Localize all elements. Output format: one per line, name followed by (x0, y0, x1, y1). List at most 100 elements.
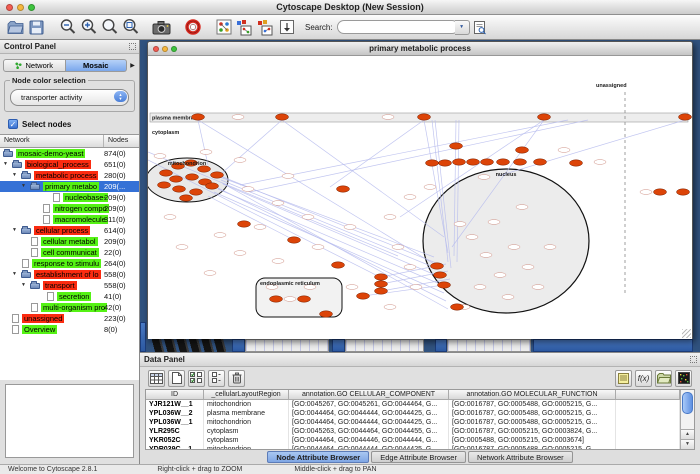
window-titlebar[interactable]: Cytoscape Desktop (New Session) (0, 0, 700, 15)
table-cell[interactable]: cytoplasm (204, 436, 289, 445)
tab-mosaic[interactable]: Mosaic (66, 59, 128, 72)
close-view-icon[interactable] (153, 46, 159, 52)
resize-grip[interactable] (682, 329, 691, 338)
network-view-window[interactable]: primary metabolic process plasma membran… (147, 41, 693, 339)
tree-row[interactable]: ▼primary metabo209(... (0, 181, 139, 192)
tab-network-attribute-browser[interactable]: Network Attribute Browser (468, 451, 573, 463)
network-window-titlebar[interactable]: primary metabolic process (148, 42, 692, 56)
table-cell[interactable]: [GO:0016787, GO:0005488, GO:0005215, G..… (449, 445, 616, 449)
annotation-b-button[interactable] (255, 17, 276, 38)
table-cell[interactable]: [GO:0016787, GO:0005488, GO:0005215, G..… (449, 409, 616, 418)
table-row[interactable]: YPL036W__2plasma membrane[GO:0044464, GO… (146, 409, 680, 418)
new-attribute-button[interactable] (168, 370, 185, 387)
select-nodes-checkbox[interactable]: ✓ (8, 119, 18, 129)
annotation-a-button[interactable] (234, 17, 255, 38)
open-file-button[interactable] (5, 17, 26, 38)
table-cell[interactable]: [GO:0016787, GO:0005215, GO:0003824, G..… (449, 427, 616, 436)
disclosure-arrow-icon[interactable]: ▼ (12, 227, 17, 233)
disclosure-arrow-icon[interactable]: ▼ (21, 282, 26, 288)
background-window-fragment[interactable] (245, 339, 329, 352)
select-attributes-button[interactable] (188, 370, 205, 387)
table-cell[interactable]: mitochondrion (204, 445, 289, 449)
column-header[interactable]: annotation.GO CELLULAR_COMPONENT (289, 390, 449, 400)
table-cell[interactable]: [GO:0016787, GO:0005488, GO:0005215, G..… (449, 418, 616, 427)
background-window-fragment[interactable] (345, 339, 424, 352)
table-cell[interactable]: [GO:0044464, GO:0044446, GO:0044444, G..… (289, 436, 449, 445)
table-cell[interactable]: plasma membrane (204, 409, 289, 418)
disclosure-arrow-icon[interactable]: ▼ (3, 161, 8, 167)
table-cell[interactable]: [GO:0016787, GO:0005488, GO:0005215, G..… (449, 400, 616, 409)
tree-row[interactable]: unassigned223(0) (0, 313, 139, 324)
scrollbar-thumb[interactable] (682, 392, 693, 414)
table-cell[interactable]: YLR295C (146, 427, 204, 436)
help-button[interactable] (182, 17, 203, 38)
birds-eye-view[interactable] (5, 384, 134, 458)
notepad-button[interactable] (615, 370, 632, 387)
network-graph[interactable]: plasma membranecytoplasmmitochondrionnuc… (148, 56, 692, 339)
background-window-fragment[interactable] (435, 339, 447, 352)
tree-row[interactable]: Overview8(0) (0, 324, 139, 335)
table-cell[interactable]: mitochondrion (204, 418, 289, 427)
background-window-fragment[interactable] (232, 339, 245, 352)
background-window-fragment[interactable] (447, 339, 531, 352)
background-window-fragment[interactable] (332, 339, 345, 352)
annotation-box-button[interactable] (276, 17, 297, 38)
import-attributes-button[interactable] (655, 370, 672, 387)
search-dropdown-button[interactable]: ▼ (455, 20, 470, 35)
scroll-up-button[interactable]: ▲ (681, 429, 694, 439)
tree-row[interactable]: multi-organism pro42(0) (0, 302, 139, 313)
table-scrollbar[interactable]: ▲ ▼ (680, 390, 694, 449)
formula-button[interactable]: f(x) (635, 370, 652, 387)
tab-edge-attribute-browser[interactable]: Edge Attribute Browser (371, 451, 466, 463)
tree-row[interactable]: ▼establishment of lo558(0) (0, 269, 139, 280)
tree-row[interactable]: nitrogen compo209(0) (0, 203, 139, 214)
table-cell[interactable]: YPL036W__2 (146, 409, 204, 418)
table-cell[interactable]: [GO:0045267, GO:0045261, GO:0044464, G..… (289, 400, 449, 409)
background-window-fragment[interactable] (140, 322, 146, 352)
tree-row[interactable]: response to stimulu264(0) (0, 258, 139, 269)
matrix-button[interactable] (675, 370, 692, 387)
table-cell[interactable]: YKR052C (146, 436, 204, 445)
tree-row[interactable]: cellular metabol209(0) (0, 236, 139, 247)
disclosure-arrow-icon[interactable]: ▼ (12, 172, 17, 178)
minimize-window-icon[interactable] (17, 4, 24, 11)
tree-column-network[interactable]: Network (0, 135, 104, 147)
column-header[interactable]: _cellularLayoutRegion (204, 390, 289, 400)
table-cell[interactable]: [GO:0044464, GO:0044444, GO:0044425, G..… (289, 409, 449, 418)
tree-row[interactable]: ▼biological_process651(0) (0, 159, 139, 170)
table-cell[interactable]: [GO:0044464, GO:0044444, GO:0044425, G..… (289, 445, 449, 449)
tree-row[interactable]: cell communicat22(0) (0, 247, 139, 258)
tab-node-attribute-browser[interactable]: Node Attribute Browser (267, 451, 369, 463)
table-row[interactable]: YKR052Ccytoplasm[GO:0044464, GO:0044446,… (146, 436, 680, 445)
delete-attribute-button[interactable] (228, 370, 245, 387)
zoom-out-button[interactable] (57, 17, 78, 38)
table-cell[interactable]: YPL036W__1 (146, 418, 204, 427)
table-cell[interactable]: [GO:0045263, GO:0044464, GO:0044455, G..… (289, 427, 449, 436)
tree-row[interactable]: ▼transport558(0) (0, 280, 139, 291)
minimize-view-icon[interactable] (162, 46, 168, 52)
column-header[interactable]: ID (146, 390, 204, 400)
table-cell[interactable]: mitochondrion (204, 400, 289, 409)
zoom-selected-button[interactable] (99, 17, 120, 38)
snapshot-button[interactable] (151, 17, 172, 38)
node-color-dropdown[interactable]: transporter activity ▲▼ (10, 89, 129, 106)
table-row[interactable]: YJR121W__1mitochondrion[GO:0045267, GO:0… (146, 400, 680, 409)
tab-overflow-button[interactable]: ▶ (127, 62, 138, 69)
table-cell[interactable]: cytoplasm (204, 427, 289, 436)
attribute-columns-button[interactable] (208, 370, 225, 387)
tab-network[interactable]: Network (3, 59, 66, 72)
network-canvas[interactable]: plasma membranecytoplasmmitochondrionnuc… (148, 56, 692, 339)
search-input[interactable] (337, 20, 459, 34)
background-window-fragment[interactable] (533, 339, 693, 352)
search-config-button[interactable] (470, 17, 491, 38)
tree-row[interactable]: secretion41(0) (0, 291, 139, 302)
tree-row[interactable]: mosaic-demo-yeast874(0) (0, 148, 139, 159)
tree-row[interactable]: nucleobase-209(0) (0, 192, 139, 203)
zoom-window-icon[interactable] (28, 4, 35, 11)
tree-row[interactable]: ▼cellular process614(0) (0, 225, 139, 236)
disclosure-arrow-icon[interactable]: ▼ (12, 271, 17, 277)
table-row[interactable]: YLR295Ccytoplasm[GO:0045263, GO:0044464,… (146, 427, 680, 436)
column-header[interactable]: annotation.GO MOLECULAR_FUNCTION (449, 390, 616, 400)
save-button[interactable] (26, 17, 47, 38)
zoom-fit-button[interactable] (120, 17, 141, 38)
